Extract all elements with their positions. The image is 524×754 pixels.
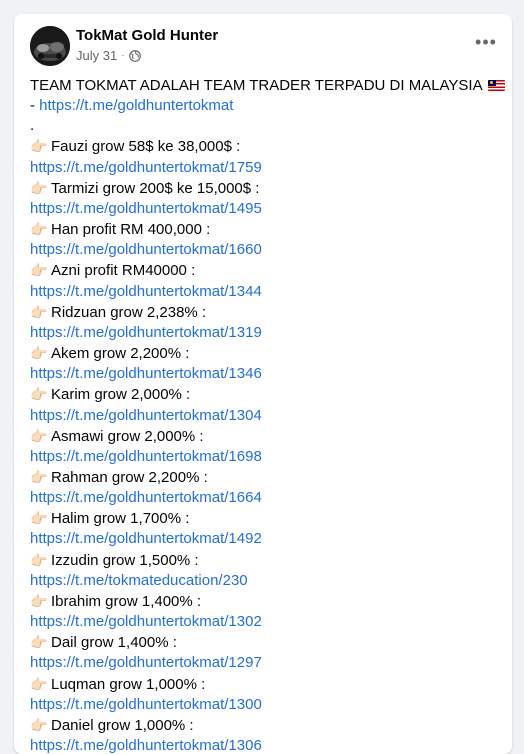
entry-label-line: 👉🏻 Dail grow 1,400% : — [30, 632, 500, 653]
pointing-hand-icon: 👉🏻 — [30, 510, 48, 527]
dot-line: . — [30, 117, 35, 135]
pointing-hand-icon: 👉🏻 — [30, 551, 48, 568]
pointing-hand-icon: 👉🏻 — [30, 179, 48, 196]
intro-line: - https://t.me/goldhuntertokmat — [30, 96, 500, 116]
entry-link[interactable]: https://t.me/goldhuntertokmat/1302 — [30, 613, 262, 630]
entry-label-line: 👉🏻 Ibrahim grow 1,400% : — [30, 591, 500, 612]
entry-label: Karim grow 2,000% : — [51, 386, 191, 404]
post-header: TokMat Gold Hunter July 31 · ••• — [14, 14, 512, 72]
entry-link-line: https://t.me/goldhuntertokmat/1300 — [30, 695, 500, 715]
entry-link[interactable]: https://t.me/goldhuntertokmat/1297 — [30, 654, 262, 671]
entry-link[interactable]: https://t.me/goldhuntertokmat/1492 — [30, 530, 262, 547]
entry-label-line: 👉🏻 Luqman grow 1,000% : — [30, 674, 500, 695]
entry-link-line: https://t.me/goldhuntertokmat/1344 — [30, 282, 500, 302]
entry-link-line: https://t.me/goldhuntertokmat/1319 — [30, 323, 500, 343]
entry-label-line: 👉🏻 Asmawi grow 2,000% : — [30, 426, 500, 447]
entry-label: Luqman grow 1,000% : — [51, 675, 206, 693]
entry-link-line: https://t.me/goldhuntertokmat/1306 — [30, 736, 500, 754]
entry-label: Dail grow 1,400% : — [51, 634, 177, 652]
pointing-hand-icon: 👉🏻 — [30, 634, 48, 651]
meta-separator: · — [121, 50, 125, 61]
entries-list: 👉🏻 Fauzi grow 58$ ke 38,000$ : https://t.m… — [30, 136, 500, 754]
entry-link-line: https://t.me/goldhuntertokmat/1346 — [30, 364, 500, 384]
entry-link[interactable]: https://t.me/goldhuntertokmat/1306 — [30, 737, 262, 754]
entry-label: Izzudin grow 1,500% : — [51, 551, 199, 569]
entry-link[interactable]: https://t.me/goldhuntertokmat/1698 — [30, 448, 262, 465]
pointing-hand-icon: 👉🏻 — [30, 345, 48, 362]
entry-link-line: https://t.me/goldhuntertokmat/1297 — [30, 653, 500, 673]
pointing-hand-icon: 👉🏻 — [30, 138, 48, 155]
entry-link-line: https://t.me/goldhuntertokmat/1302 — [30, 612, 500, 632]
channel-link[interactable]: https://t.me/goldhuntertokmat — [39, 97, 233, 114]
post-headline: TEAM TOKMAT ADALAH TEAM TRADER TERPADU D… — [30, 77, 482, 94]
entry-link[interactable]: https://t.me/goldhuntertokmat/1346 — [30, 365, 262, 382]
entry-link[interactable]: https://t.me/goldhuntertokmat/1759 — [30, 159, 262, 176]
entry-label-line: 👉🏻 Fauzi grow 58$ ke 38,000$ : — [30, 136, 500, 157]
entry-label: Tarmizi grow 200$ ke 15,000$ : — [51, 179, 260, 197]
pointing-hand-icon: 👉🏻 — [30, 262, 48, 279]
pointing-hand-icon: 👉🏻 — [30, 303, 48, 320]
pointing-hand-icon: 👉🏻 — [30, 427, 48, 444]
entry-link[interactable]: https://t.me/tokmateducation/230 — [30, 572, 248, 589]
author-name[interactable]: TokMat Gold Hunter — [76, 27, 218, 44]
pointing-hand-icon: 👉🏻 — [30, 386, 48, 403]
post-meta: July 31 · — [76, 48, 141, 63]
entry-label-line: 👉🏻 Izzudin grow 1,500% : — [30, 550, 500, 571]
entry-label: Ridzuan grow 2,238% : — [51, 303, 207, 321]
post-card: TokMat Gold Hunter July 31 · ••• TEAM TO… — [14, 14, 512, 754]
avatar[interactable] — [30, 26, 70, 66]
entry-label-line: 👉🏻 Rahman grow 2,200% : — [30, 467, 500, 488]
entry-label-line: 👉🏻 Akem grow 2,200% : — [30, 343, 500, 364]
entry-link-line: https://t.me/goldhuntertokmat/1495 — [30, 199, 500, 219]
avatar-image — [30, 26, 70, 66]
entry-label-line: 👉🏻 Han profit RM 400,000 : — [30, 219, 500, 240]
entry-link-line: https://t.me/goldhuntertokmat/1698 — [30, 447, 500, 467]
malaysia-flag-icon — [487, 79, 505, 91]
entry-label-line: 👉🏻 Halim grow 1,700% : — [30, 508, 500, 529]
pointing-hand-icon: 👉🏻 — [30, 221, 48, 238]
entry-link[interactable]: https://t.me/goldhuntertokmat/1304 — [30, 407, 262, 424]
pointing-hand-icon: 👉🏻 — [30, 675, 48, 692]
entry-label: Fauzi grow 58$ ke 38,000$ : — [51, 138, 241, 156]
entry-label: Ibrahim grow 1,400% : — [51, 592, 202, 610]
intro-prefix: - — [30, 97, 40, 115]
entry-link[interactable]: https://t.me/goldhuntertokmat/1495 — [30, 200, 262, 217]
entry-link[interactable]: https://t.me/goldhuntertokmat/1660 — [30, 241, 262, 258]
pointing-hand-icon: 👉🏻 — [30, 468, 48, 485]
entry-label-line: 👉🏻 Tarmizi grow 200$ ke 15,000$ : — [30, 178, 500, 199]
entry-label-line: 👉🏻 Ridzuan grow 2,238% : — [30, 302, 500, 323]
pointing-hand-icon: 👉🏻 — [30, 716, 48, 733]
entry-link[interactable]: https://t.me/goldhuntertokmat/1300 — [30, 696, 262, 713]
entry-link[interactable]: https://t.me/goldhuntertokmat/1664 — [30, 489, 262, 506]
entry-link[interactable]: https://t.me/goldhuntertokmat/1319 — [30, 324, 262, 341]
entry-label: Akem grow 2,200% : — [51, 345, 190, 363]
globe-icon — [128, 49, 141, 62]
entry-label: Daniel grow 1,000% : — [51, 716, 194, 734]
entry-label-line: 👉🏻 Karim grow 2,000% : — [30, 384, 500, 405]
entry-label: Han profit RM 400,000 : — [51, 221, 211, 239]
entry-link-line: https://t.me/tokmateducation/230 — [30, 571, 500, 591]
post-headline-line: TEAM TOKMAT ADALAH TEAM TRADER TERPADU D… — [30, 76, 505, 96]
entry-link-line: https://t.me/goldhuntertokmat/1759 — [30, 158, 500, 178]
entry-label: Halim grow 1,700% : — [51, 510, 190, 528]
entry-label: Asmawi grow 2,000% : — [51, 427, 204, 445]
entry-link-line: https://t.me/goldhuntertokmat/1304 — [30, 406, 500, 426]
entry-link-line: https://t.me/goldhuntertokmat/1492 — [30, 529, 500, 549]
pointing-hand-icon: 👉🏻 — [30, 592, 48, 609]
entry-link[interactable]: https://t.me/goldhuntertokmat/1344 — [30, 283, 262, 300]
entry-link-line: https://t.me/goldhuntertokmat/1664 — [30, 488, 500, 508]
more-options-button[interactable]: ••• — [474, 32, 498, 52]
entry-label-line: 👉🏻 Daniel grow 1,000% : — [30, 715, 500, 736]
entry-label-line: 👉🏻 Azni profit RM40000 : — [30, 260, 500, 281]
entry-label: Azni profit RM40000 : — [51, 262, 196, 280]
entry-label: Rahman grow 2,200% : — [51, 468, 208, 486]
entry-link-line: https://t.me/goldhuntertokmat/1660 — [30, 240, 500, 260]
post-date[interactable]: July 31 — [76, 48, 117, 63]
post-text: TEAM TOKMAT ADALAH TEAM TRADER TERPADU D… — [30, 76, 505, 754]
